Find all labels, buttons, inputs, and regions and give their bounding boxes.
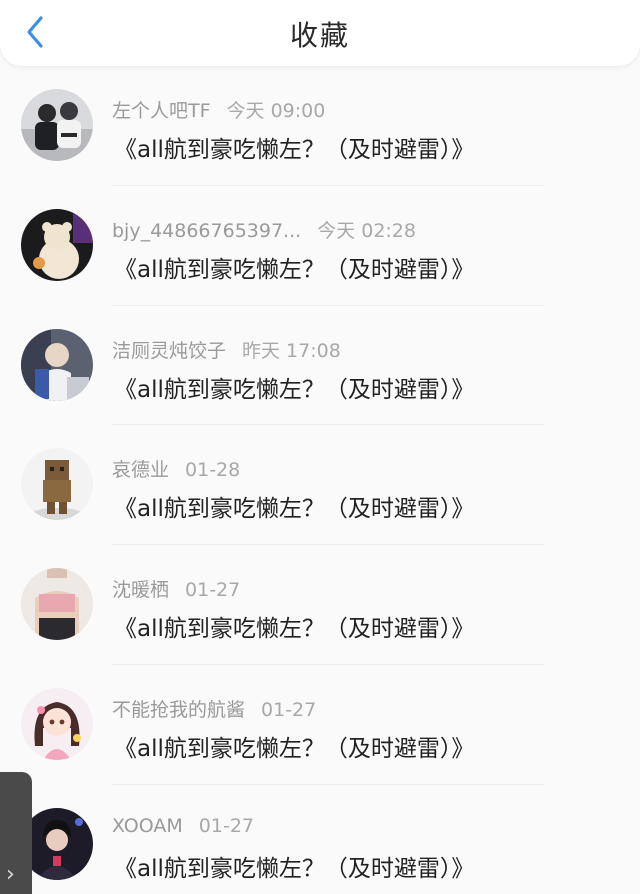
username: bjy_44866765397...	[112, 219, 302, 242]
avatar-anime-girl-icon[interactable]	[21, 687, 93, 760]
username: XOOAM	[112, 814, 183, 837]
page-title: 收藏	[289, 19, 350, 52]
item-meta: 洁厕灵炖饺子 昨天 17:08	[112, 336, 341, 363]
item-meta: bjy_44866765397... 今天 02:28	[112, 216, 416, 243]
username: 沈暖栖	[112, 579, 170, 602]
item-meta: 沈暖栖 01-27	[112, 575, 240, 602]
favorites-page: 收藏 左个人吧TF 今天 09:00 《all航到豪吃懒左？（及时避雷）》 bj…	[0, 0, 640, 894]
timestamp: 昨天 17:08	[242, 339, 341, 362]
list-item[interactable]: 不能抢我的航酱 01-27 《all航到豪吃懒左？（及时避雷）》	[0, 665, 640, 785]
message-text: 《all航到豪吃懒左？（及时避雷）》	[114, 735, 475, 762]
message-text: 《all航到豪吃懒左？（及时避雷）》	[114, 855, 475, 882]
timestamp: 今天 09:00	[226, 100, 326, 122]
message-text: 《all航到豪吃懒左？（及时避雷）》	[114, 256, 475, 283]
username: 左个人吧TF	[112, 100, 211, 122]
avatar-bear-icon[interactable]	[21, 208, 93, 281]
top-bar: 收藏	[0, 0, 640, 66]
avatar-box-robot-icon[interactable]	[21, 448, 93, 521]
timestamp: 01-27	[198, 814, 254, 837]
list-item[interactable]: 哀德业 01-28 《all航到豪吃懒左？（及时避雷）》	[0, 425, 640, 546]
message-text: 《all航到豪吃懒左？（及时避雷）》	[114, 376, 475, 403]
avatar-person-blue-icon[interactable]	[21, 328, 93, 401]
item-meta: XOOAM 01-27	[112, 815, 254, 837]
list-item[interactable]: 左个人吧TF 今天 09:00 《all航到豪吃懒左？（及时避雷）》	[0, 66, 640, 186]
timestamp: 01-28	[185, 459, 241, 482]
item-meta: 不能抢我的航酱 01-27	[112, 695, 316, 722]
chevron-right-icon: ›	[6, 862, 15, 887]
message-text: 《all航到豪吃懒左？（及时避雷）》	[114, 496, 475, 523]
timestamp: 01-27	[261, 698, 317, 721]
avatar-girl-photo-icon[interactable]	[21, 568, 93, 641]
item-meta: 哀德业 01-28	[112, 455, 240, 482]
timestamp: 01-27	[185, 579, 241, 602]
username: 哀德业	[112, 459, 170, 482]
username: 不能抢我的航酱	[112, 698, 246, 721]
favorites-list: 左个人吧TF 今天 09:00 《all航到豪吃懒左？（及时避雷）》 bjy_44…	[0, 66, 640, 894]
timestamp: 今天 02:28	[317, 219, 416, 242]
list-item[interactable]: 洁厕灵炖饺子 昨天 17:08 《all航到豪吃懒左？（及时避雷）》	[0, 306, 640, 426]
list-item[interactable]: XOOAM 01-27 《all航到豪吃懒左？（及时避雷）》	[0, 785, 640, 894]
item-meta: 左个人吧TF 今天 09:00	[112, 96, 325, 123]
avatar-two-boys-icon[interactable]	[21, 89, 93, 161]
list-item[interactable]: 沈暖栖 01-27 《all航到豪吃懒左？（及时避雷）》	[0, 545, 640, 665]
list-item[interactable]: bjy_44866765397... 今天 02:28 《all航到豪吃懒左？（及…	[0, 186, 640, 306]
message-text: 《all航到豪吃懒左？（及时避雷）》	[114, 616, 475, 643]
username: 洁厕灵炖饺子	[112, 339, 227, 362]
side-drawer-handle[interactable]: ›	[0, 772, 32, 894]
message-text: 《all航到豪吃懒左？（及时避雷）》	[114, 137, 475, 163]
